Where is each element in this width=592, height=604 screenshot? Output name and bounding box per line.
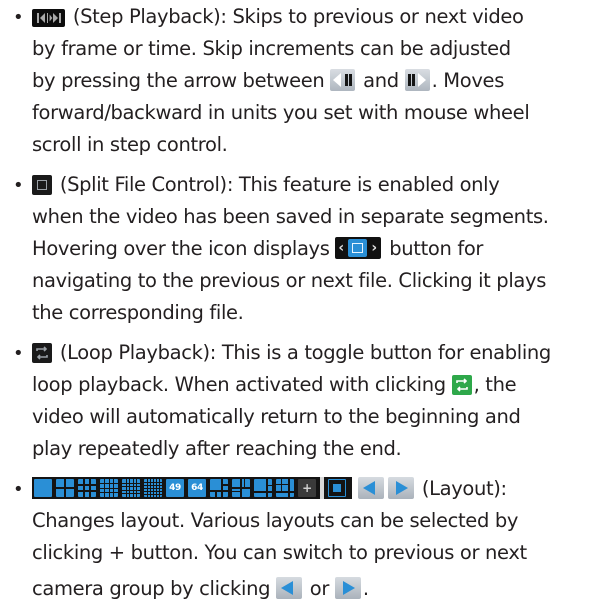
split-file-icon xyxy=(32,175,52,195)
prev-group-icon xyxy=(275,577,302,599)
bullet: • xyxy=(13,7,24,28)
text-line: the corresponding file. xyxy=(32,301,244,324)
text-line: play repeatedly after reaching the end. xyxy=(32,437,402,460)
text-line: by frame or time. Skip increments can be… xyxy=(32,37,511,60)
text-line: when the video has been saved in separat… xyxy=(32,205,549,228)
bullet: • xyxy=(13,479,24,500)
text-line: (Split File Control): This feature is en… xyxy=(32,170,500,200)
text-line: by pressing the arrow between and . Move… xyxy=(32,69,505,92)
split-file-nav-icon: ‹ › xyxy=(335,237,382,259)
step-forward-button-icon xyxy=(404,69,430,91)
bullet: • xyxy=(13,343,24,364)
text-line: (Loop Playback): This is a toggle button… xyxy=(32,338,551,368)
text-line: loop playback. When activated with click… xyxy=(32,373,517,396)
step-playback-icon xyxy=(32,9,65,27)
text-line: scroll in step control. xyxy=(32,133,228,156)
loop-playback-icon xyxy=(32,343,52,363)
text-line: forward/backward in units you set with m… xyxy=(32,101,530,124)
text-line: navigating to the previous or next file.… xyxy=(32,269,546,292)
help-document: • (Step Playback): Skips to previous or … xyxy=(0,0,592,600)
text-line: video will automatically return to the b… xyxy=(32,405,521,428)
text-line: camera group by clicking or . xyxy=(32,577,369,600)
text-line: Hovering over the icon displays ‹ › butt… xyxy=(32,237,484,260)
bullet: • xyxy=(13,175,24,196)
layout-next-icon xyxy=(388,477,414,499)
text-line: 49 64 + (Layout): xyxy=(32,474,507,504)
text-line: clicking + button. You can switch to pre… xyxy=(32,541,527,564)
layout-strip-icon: 49 64 + xyxy=(32,477,352,499)
loop-active-icon xyxy=(451,375,472,395)
next-group-icon xyxy=(334,577,361,599)
text-line: (Step Playback): Skips to previous or ne… xyxy=(32,2,524,32)
layout-prev-icon xyxy=(358,477,384,499)
text-line: Changes layout. Various layouts can be s… xyxy=(32,509,519,532)
step-back-button-icon xyxy=(330,69,356,91)
